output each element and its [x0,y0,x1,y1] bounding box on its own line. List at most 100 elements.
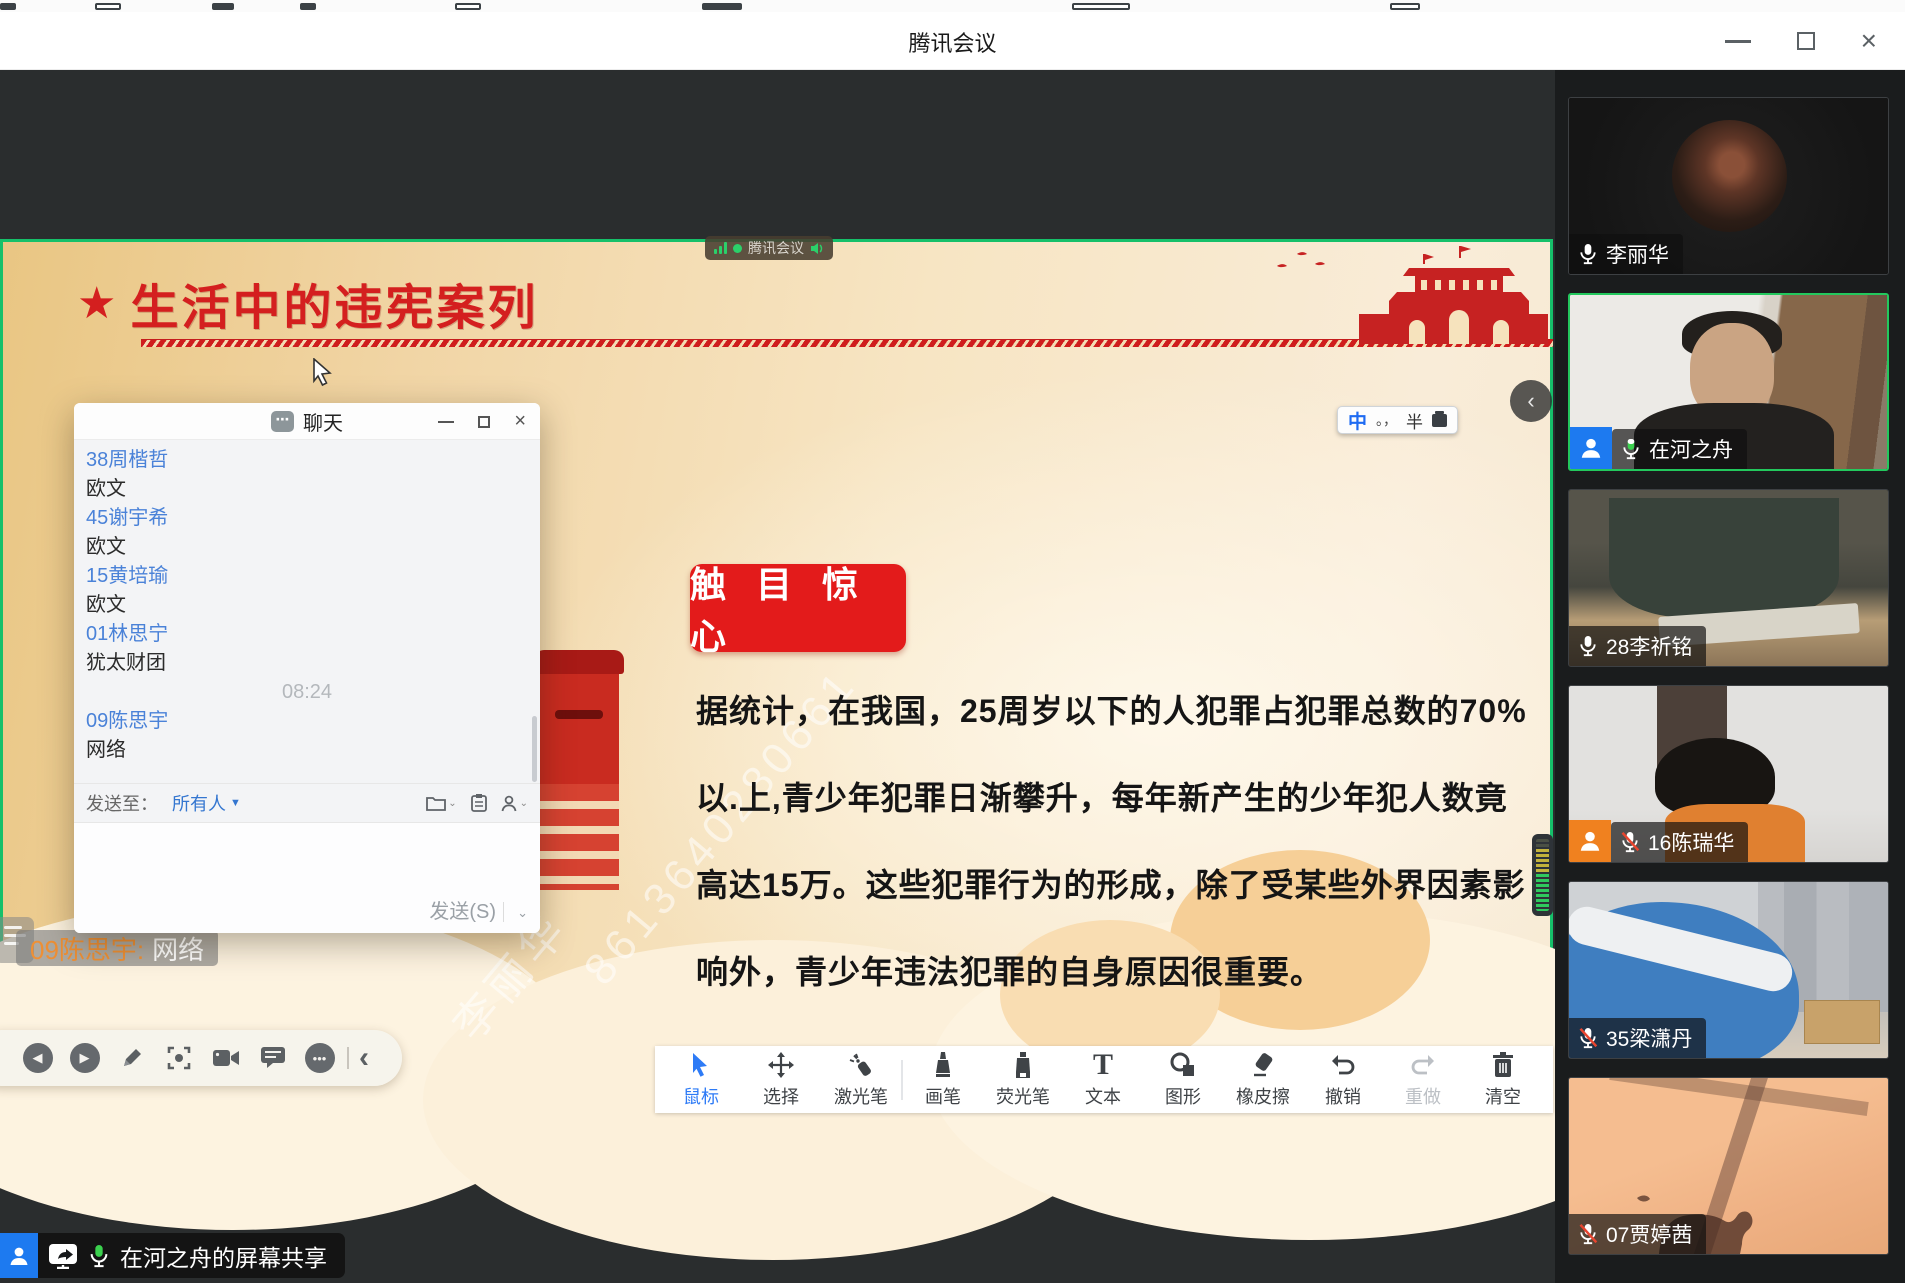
pencil-tool-button[interactable] [108,1046,155,1070]
participant-label: 07贾婷茜 [1569,1214,1706,1254]
collapse-toolbar-button[interactable]: ‹ [359,1041,369,1075]
titlebar: 腾讯会议 × [0,12,1905,70]
chat-message: 欧文 [86,533,528,562]
video-tile[interactable]: 07贾婷茜 [1568,1077,1889,1255]
mailbox-illustration [539,650,619,890]
chat-message: 网络 [86,736,528,765]
tool-redo[interactable]: 重做 [1383,1050,1463,1110]
presenter-toolbar: ◀ ▶ ••• ‹ [0,1030,402,1086]
star-icon: ★ [77,278,116,329]
ime-toolbox-icon[interactable] [1432,414,1447,427]
tool-mouse[interactable]: 鼠标 [661,1050,741,1110]
chat-message: 欧文 [86,591,528,620]
participants-sidebar: 李丽华 在河之舟 28李祈铭 [1555,70,1905,1283]
maximize-button[interactable] [1797,32,1815,50]
ime-punctuation[interactable]: 。， [1376,410,1397,430]
tool-brush[interactable]: 画笔 [903,1050,983,1110]
ime-mode[interactable]: 中 [1348,407,1367,434]
video-tile[interactable]: 16陈瑞华 [1568,685,1889,863]
shapes-icon [1170,1052,1196,1078]
chat-message-list[interactable]: 38周楷哲 欧文 45谢宇希 欧文 15黄培瑜 欧文 01林思宁 犹太财团 08… [74,440,540,783]
close-button[interactable]: × [1861,27,1877,55]
members-button[interactable]: ⌄ [501,795,528,812]
send-button[interactable]: 发送(S) [429,895,496,924]
folder-icon [426,795,446,811]
more-button[interactable]: ••• [296,1043,343,1073]
screenshot-icon [167,1046,191,1070]
sidebar-collapse-button[interactable]: ‹ [1510,380,1552,422]
ime-statusbar[interactable]: 中 。， 半 [1337,406,1458,434]
video-tile[interactable]: 35梁潇丹 [1568,881,1889,1059]
send-to-selector[interactable]: 所有人 [172,790,226,816]
video-tile[interactable]: 28李祈铭 [1568,489,1889,667]
send-options-caret[interactable]: ⌄ [517,905,528,921]
announcement-button[interactable] [471,794,487,812]
mic-speaking-icon [88,1244,110,1268]
chat-bubble-icon [261,1047,285,1069]
participant-label: 李丽华 [1569,234,1683,274]
minimize-button[interactable] [1725,40,1751,43]
screenshot-button[interactable] [155,1046,202,1070]
chat-bubble-button[interactable] [249,1047,296,1069]
trash-icon [1492,1052,1514,1078]
chat-minimize-button[interactable] [438,421,454,423]
meeting-status-pill[interactable]: 腾讯会议 [705,236,833,260]
chat-bubble-icon: ⋯ [271,411,294,432]
tool-undo[interactable]: 撤销 [1303,1050,1383,1110]
screen-share-banner: 在河之舟的屏幕共享 [0,1233,345,1278]
tool-highlighter[interactable]: 荧光笔 [983,1050,1063,1110]
volume-meter [1532,834,1553,916]
tool-eraser[interactable]: 橡皮擦 [1223,1050,1303,1110]
mic-muted-icon [1620,831,1640,853]
file-button[interactable]: ⌄ [426,795,456,811]
chat-sendbar: 发送至： 所有人 ▼ ⌄ ⌄ [74,783,540,823]
camera-button[interactable] [202,1048,249,1068]
text-icon: T [1093,1050,1113,1080]
chat-timestamp: 08:24 [86,678,528,707]
tool-text[interactable]: T 文本 [1063,1050,1143,1110]
chevron-down-icon[interactable]: ▼ [230,797,241,809]
tool-select[interactable]: 选择 [741,1050,821,1110]
pencil-icon [120,1046,144,1070]
chat-close-button[interactable]: × [514,410,526,433]
meeting-pill-label: 腾讯会议 [748,238,804,258]
participant-label: 在河之舟 [1612,429,1747,469]
chat-message: 欧文 [86,475,528,504]
slide-body-line: 响外，青少年违法犯罪的自身原因很重要。 [696,947,1526,993]
presenter-badge [1570,427,1612,469]
chat-title: 聊天 [303,407,343,436]
person-icon [7,1244,31,1268]
danmaku-text: 网络 [152,930,204,967]
video-tile-active-speaker[interactable]: 在河之舟 [1568,293,1889,471]
tiananmen-illustration [1263,244,1548,344]
clipboard-icon [471,794,487,812]
participant-label: 28李祈铭 [1569,626,1706,666]
tool-shapes[interactable]: 图形 [1143,1050,1223,1110]
chat-sender: 09陈思宇 [86,707,528,736]
previous-button[interactable]: ◀ [14,1043,61,1073]
cursor-icon [690,1052,712,1078]
undo-icon [1330,1053,1356,1077]
tool-clear[interactable]: 清空 [1463,1050,1543,1110]
chat-maximize-button[interactable] [478,416,490,428]
video-tile[interactable]: 李丽华 [1568,97,1889,275]
participant-label: 35梁潇丹 [1569,1018,1706,1058]
slide-title: ★ 生活中的违宪案列 [77,268,538,338]
toolbar-divider [347,1047,349,1069]
person-icon [501,795,518,812]
host-badge [1569,820,1611,862]
ime-width-mode[interactable]: 半 [1406,408,1423,433]
chat-titlebar[interactable]: ⋯ 聊天 × [74,403,540,440]
chat-message: 犹太财团 [86,649,528,678]
danmaku-sender: 09陈思宇: [30,930,144,967]
background-window-strip [0,0,1905,12]
play-button[interactable]: ▶ [61,1043,108,1073]
signal-icon [714,242,727,254]
mic-on-icon [1578,243,1598,265]
highlighter-icon [1013,1051,1033,1079]
chat-scrollbar[interactable] [532,716,537,782]
tool-laser[interactable]: 激光笔 [821,1050,901,1110]
mic-muted-icon [1578,1223,1598,1245]
participant-label: 16陈瑞华 [1611,822,1748,862]
share-banner-text: 在河之舟的屏幕共享 [120,1239,327,1273]
